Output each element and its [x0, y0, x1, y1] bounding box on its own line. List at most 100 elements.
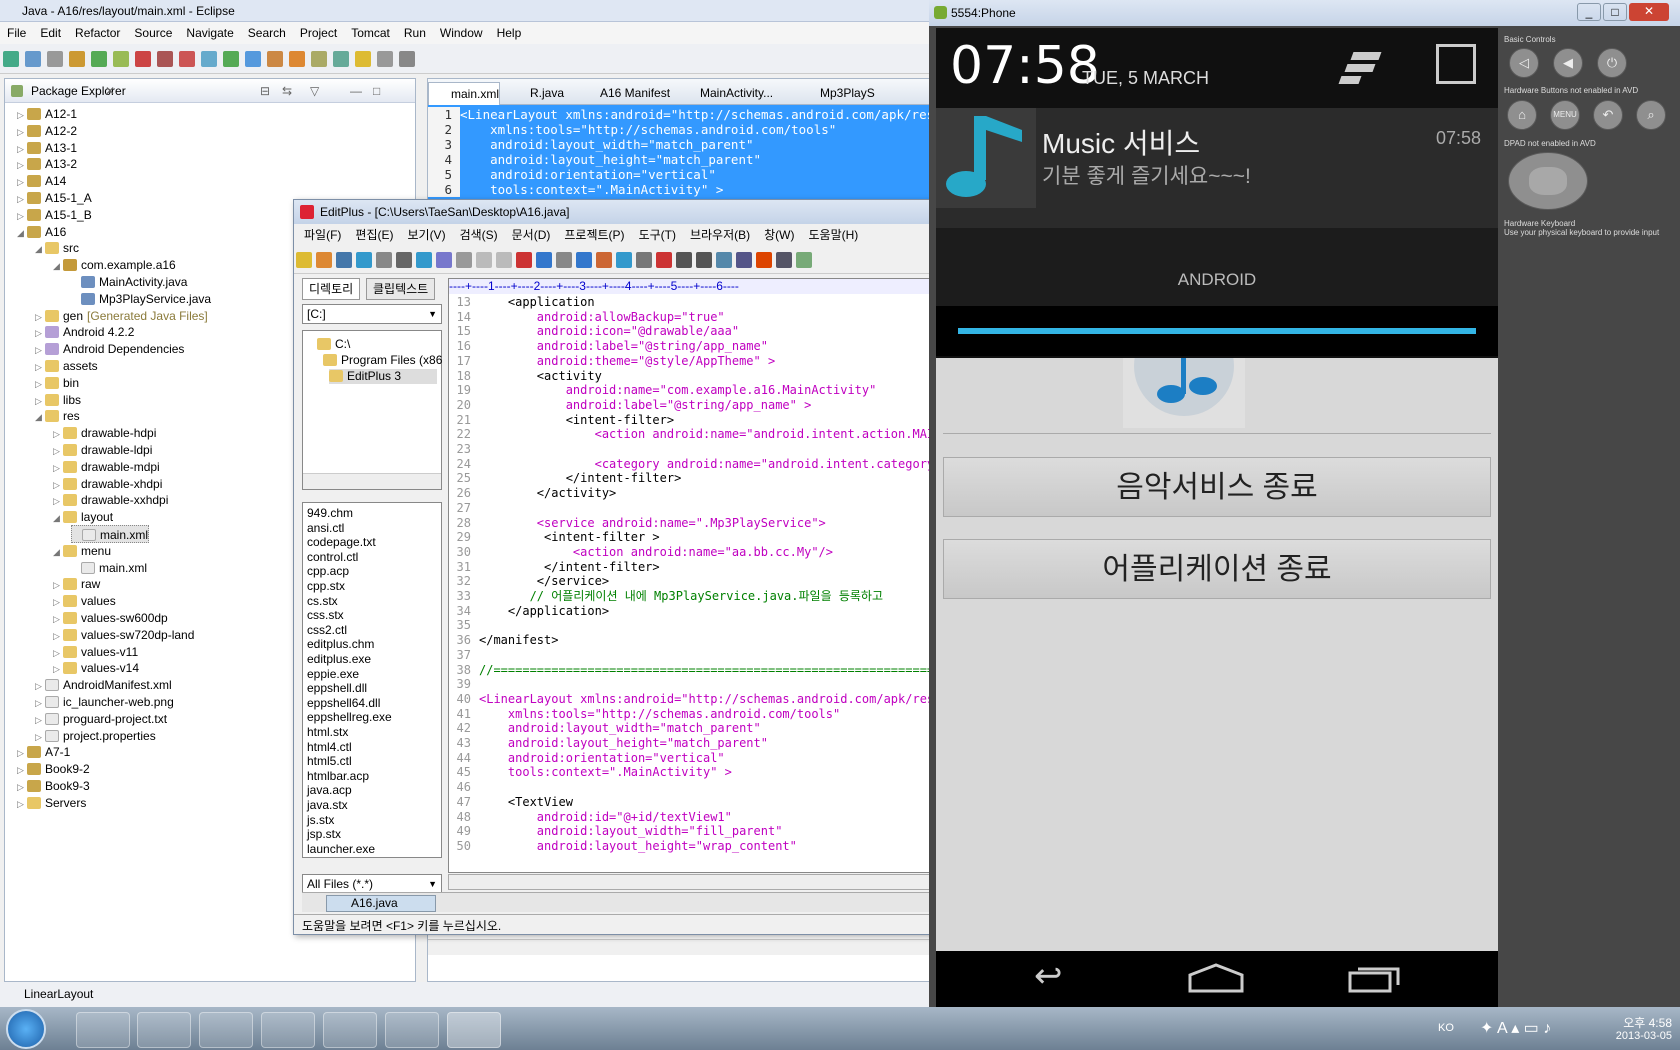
toolbar-icon[interactable] [696, 252, 712, 268]
dir-item[interactable]: C:\ [317, 337, 350, 352]
file-item[interactable]: ansi.ctl [307, 521, 344, 536]
menu-item[interactable]: 문서(D) [512, 224, 551, 246]
toolbar-icon[interactable] [355, 51, 371, 67]
tree-item[interactable]: ▷ A12-1 [17, 105, 77, 123]
android-sdk-icon[interactable] [261, 1012, 315, 1048]
menu-item[interactable]: 도움말(H) [809, 224, 859, 246]
toolbar-icon[interactable] [456, 252, 472, 268]
toolbar-icon[interactable] [135, 51, 151, 67]
collapse-all-icon[interactable]: ⊟ [260, 79, 270, 103]
tray-icons[interactable]: ✦ A ▴ ▭ ♪ [1480, 1018, 1551, 1038]
file-filter-select[interactable]: All Files (*.*) ▼ [302, 874, 442, 894]
tree-item[interactable]: ◢ src [35, 239, 79, 257]
menu-item[interactable]: 보기(V) [407, 224, 445, 246]
toolbar-icon[interactable] [25, 51, 41, 67]
file-item[interactable]: eppshell.dll [307, 681, 367, 696]
toolbar-icon[interactable] [776, 252, 792, 268]
tab-cliptext[interactable]: 클립텍스트 [366, 278, 436, 300]
tree-item[interactable]: ▷ libs [35, 391, 81, 409]
link-editor-icon[interactable]: ⇆ [282, 79, 292, 103]
menu-item[interactable]: Tomcat [344, 22, 397, 44]
tree-item[interactable]: ◢ A16 [17, 223, 66, 241]
menu-item[interactable]: 파일(F) [304, 224, 341, 246]
toolbar-icon[interactable] [496, 252, 512, 268]
maximize-button[interactable]: □ [1603, 3, 1627, 21]
back-button-icon[interactable]: ↶ [1593, 100, 1623, 130]
start-button[interactable] [6, 1009, 46, 1049]
internet-explorer-icon[interactable] [385, 1012, 439, 1048]
toolbar-icon[interactable] [576, 252, 592, 268]
close-button[interactable]: ✕ [1629, 3, 1669, 21]
expand-arrow-icon[interactable]: ◢ [17, 224, 27, 242]
toolbar-icon[interactable] [436, 252, 452, 268]
tree-item[interactable]: ◢ res [35, 407, 80, 425]
editor-tab[interactable]: Mp3PlayS [798, 82, 875, 105]
file-explorer-icon[interactable] [137, 1012, 191, 1048]
tree-item[interactable]: ▷ A13-2 [17, 155, 77, 173]
file-item[interactable]: css2.ctl [307, 623, 347, 638]
toolbar-icon[interactable] [416, 252, 432, 268]
menu-item[interactable]: Run [397, 22, 433, 44]
menu-item[interactable]: 브라우저(B) [690, 224, 750, 246]
file-item[interactable]: cs.stx [307, 594, 338, 609]
menu-button[interactable]: MENU [1550, 100, 1580, 130]
menu-item[interactable]: Search [241, 22, 293, 44]
stop-music-service-button[interactable]: 음악서비스 종료 [943, 457, 1491, 517]
file-item[interactable]: cpp.stx [307, 579, 345, 594]
file-item[interactable]: js.stx [307, 813, 334, 828]
editor-tab[interactable]: main.xml [428, 82, 501, 105]
toolbar-icon[interactable] [476, 252, 492, 268]
editor-tab[interactable]: MainActivity... [678, 82, 773, 105]
toolbar-icon[interactable] [113, 51, 129, 67]
tree-item[interactable]: ▷ Book9-3 [17, 777, 90, 795]
toolbar-icon[interactable] [556, 252, 572, 268]
toolbar-icon[interactable] [311, 51, 327, 67]
tree-item[interactable]: ▷ A15-1_A [17, 189, 92, 207]
language-indicator[interactable]: KO [1438, 1022, 1454, 1034]
tree-item[interactable]: ▷ A7-1 [17, 743, 70, 761]
code-hscrollbar[interactable] [448, 874, 934, 890]
dpad-center[interactable] [1529, 167, 1567, 195]
toolbar-icon[interactable] [656, 252, 672, 268]
toolbar-icon[interactable] [736, 252, 752, 268]
toolbar-icon[interactable] [47, 51, 63, 67]
expand-arrow-icon[interactable]: ◢ [53, 509, 63, 527]
menu-item[interactable]: Source [127, 22, 179, 44]
editplus-task-icon[interactable] [447, 1012, 501, 1048]
file-item[interactable]: codepage.txt [307, 535, 376, 550]
tab-directory[interactable]: 디렉토리 [302, 278, 361, 300]
menu-item[interactable]: Edit [33, 22, 68, 44]
exit-application-button[interactable]: 어플리케이션 종료 [943, 539, 1491, 599]
file-item[interactable]: htmlbar.acp [307, 769, 369, 784]
toolbar-icon[interactable] [596, 252, 612, 268]
tree-item[interactable]: ▷ drawable-mdpi [53, 458, 160, 476]
home-icon[interactable] [1188, 963, 1244, 993]
tree-item[interactable]: ▷ proguard-project.txt [35, 710, 167, 728]
menu-item[interactable]: Navigate [179, 22, 240, 44]
tree-item[interactable]: ▷ A14 [17, 172, 66, 190]
dpad[interactable] [1508, 152, 1588, 210]
toolbar-icon[interactable] [356, 252, 372, 268]
paint-icon[interactable] [323, 1012, 377, 1048]
toolbar-icon[interactable] [316, 252, 332, 268]
file-item[interactable]: html5.ctl [307, 754, 352, 769]
tree-item[interactable]: ▷ drawable-ldpi [53, 441, 152, 459]
menu-item[interactable]: Help [490, 22, 529, 44]
file-item[interactable]: java.stx [307, 798, 348, 813]
dir-item-selected[interactable]: EditPlus 3 [329, 369, 437, 384]
menu-item[interactable]: 편집(E) [355, 224, 393, 246]
file-item[interactable]: editplus.exe [307, 652, 371, 667]
tree-item[interactable]: ▷ Servers [17, 794, 86, 812]
tree-item[interactable]: Mp3PlayService.java [71, 290, 211, 308]
file-item[interactable]: eppshellreg.exe [307, 710, 392, 725]
tree-item[interactable]: ◢ com.example.a16 [53, 256, 176, 274]
menu-item[interactable]: Project [293, 22, 344, 44]
toolbar-icon[interactable] [676, 252, 692, 268]
drive-select[interactable]: [C:] ▼ [302, 304, 442, 324]
menu-item[interactable]: 검색(S) [460, 224, 498, 246]
expand-arrow-icon[interactable]: ◢ [53, 257, 63, 275]
clear-notifications-icon[interactable] [1338, 50, 1384, 86]
tree-item[interactable]: ▷ project.properties [35, 727, 156, 745]
toolbar-icon[interactable] [289, 51, 305, 67]
toolbar-icon[interactable] [179, 51, 195, 67]
